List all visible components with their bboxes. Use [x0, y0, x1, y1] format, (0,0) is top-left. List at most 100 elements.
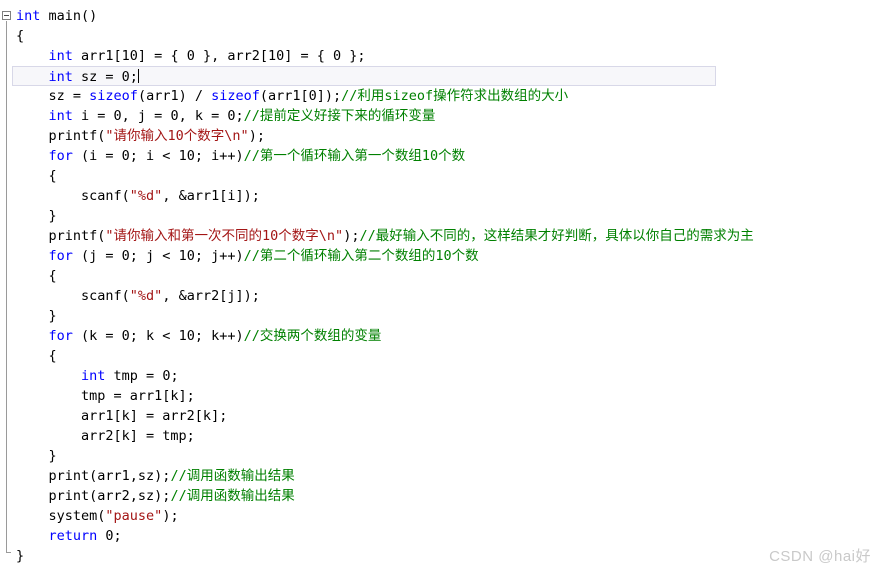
token-plain: scanf( — [16, 288, 130, 304]
token-plain: tmp = arr1[k]; — [16, 388, 195, 404]
code-line[interactable]: int arr1[10] = { 0 }, arr2[10] = { 0 }; — [16, 46, 881, 66]
token-plain: { — [16, 268, 57, 284]
code-line[interactable]: print(arr2,sz);//调用函数输出结果 — [16, 486, 881, 506]
code-line[interactable]: arr2[k] = tmp; — [16, 426, 881, 446]
code-line[interactable]: int tmp = 0; — [16, 366, 881, 386]
token-cmt: //交换两个数组的变量 — [243, 328, 382, 344]
token-plain: { — [16, 28, 25, 44]
code-line[interactable]: { — [16, 166, 881, 186]
token-str: "%d" — [129, 288, 163, 304]
token-plain: ); — [248, 128, 265, 144]
token-cmt: //第二个循环输入第二个数组的10个数 — [243, 248, 479, 264]
code-line[interactable]: } — [16, 206, 881, 226]
code-line[interactable]: int sz = 0; — [12, 66, 716, 86]
token-kw: for — [48, 248, 73, 264]
token-plain: ); — [343, 228, 360, 244]
token-plain: } — [16, 548, 25, 564]
token-cmt: //调用函数输出结果 — [170, 468, 295, 484]
code-line[interactable]: arr1[k] = arr2[k]; — [16, 406, 881, 426]
collapse-toggle-icon[interactable] — [2, 11, 11, 20]
token-cmt: //最好输入不同的，这样结果才好判断，具体以你自己的需求为主 — [359, 228, 754, 244]
token-plain: arr1[k] = arr2[k]; — [16, 408, 228, 424]
code-line[interactable]: scanf("%d", &arr1[i]); — [16, 186, 881, 206]
token-kw: sizeof — [211, 88, 260, 104]
token-plain: } — [16, 448, 57, 464]
csdn-watermark: CSDN @hai好 — [769, 548, 871, 565]
token-str: "%d" — [129, 188, 163, 204]
token-plain: } — [16, 208, 57, 224]
code-line[interactable]: return 0; — [16, 526, 881, 546]
token-kw: int — [48, 69, 73, 85]
scope-guide-foot — [6, 552, 11, 553]
token-plain: { — [16, 348, 57, 364]
token-kw: int — [48, 48, 73, 64]
text-caret — [137, 69, 139, 83]
token-plain: sz = 0; — [72, 69, 138, 85]
code-line[interactable]: } — [16, 446, 881, 466]
code-line[interactable]: { — [16, 26, 881, 46]
token-plain: } — [16, 308, 57, 324]
scope-guide-line — [6, 21, 7, 553]
token-plain: arr1[10] = { 0 }, arr2[10] = { 0 }; — [72, 48, 366, 64]
token-plain: (arr1[0]); — [259, 88, 342, 104]
token-plain: ); — [162, 508, 179, 524]
code-editor[interactable]: int main() { int arr1[10] = { 0 }, arr2[1… — [0, 0, 881, 574]
token-plain: print(arr2,sz); — [16, 488, 171, 504]
code-lines[interactable]: int main() { int arr1[10] = { 0 }, arr2[1… — [12, 6, 881, 566]
token-plain: (arr1) / — [137, 88, 212, 104]
token-plain: (i = 0; i < 10; i++) — [72, 148, 244, 164]
code-line[interactable]: printf("请你输入10个数字\n"); — [16, 126, 881, 146]
token-plain: i = 0, j = 0, k = 0; — [72, 108, 244, 124]
token-cmt: //提前定义好接下来的循环变量 — [243, 108, 436, 124]
token-plain: scanf( — [16, 188, 130, 204]
code-line[interactable]: print(arr1,sz);//调用函数输出结果 — [16, 466, 881, 486]
code-line[interactable]: int main() — [16, 6, 881, 26]
token-plain: printf( — [16, 228, 106, 244]
code-line[interactable]: for (k = 0; k < 10; k++)//交换两个数组的变量 — [16, 326, 881, 346]
code-line[interactable]: printf("请你输入和第一次不同的10个数字\n");//最好输入不同的，这… — [16, 226, 881, 246]
minus-glyph — [4, 15, 9, 16]
token-kw: int — [48, 108, 73, 124]
code-line[interactable]: int i = 0, j = 0, k = 0;//提前定义好接下来的循环变量 — [16, 106, 881, 126]
token-plain: main() — [40, 8, 98, 24]
token-cmt: //调用函数输出结果 — [170, 488, 295, 504]
token-plain: system( — [16, 508, 106, 524]
token-plain: , &arr2[j]); — [162, 288, 260, 304]
code-line[interactable]: for (j = 0; j < 10; j++)//第二个循环输入第二个数组的1… — [16, 246, 881, 266]
token-plain: { — [16, 168, 57, 184]
token-str: "请你输入10个数字\n" — [105, 128, 249, 144]
code-line[interactable]: scanf("%d", &arr2[j]); — [16, 286, 881, 306]
token-plain: printf( — [16, 128, 106, 144]
token-plain: (k = 0; k < 10; k++) — [72, 328, 244, 344]
code-line[interactable]: } — [16, 546, 881, 566]
token-plain: arr2[k] = tmp; — [16, 428, 195, 444]
code-line[interactable]: { — [16, 266, 881, 286]
token-cmt: //第一个循环输入第一个数组10个数 — [243, 148, 466, 164]
code-line[interactable]: tmp = arr1[k]; — [16, 386, 881, 406]
code-line[interactable]: { — [16, 346, 881, 366]
token-kw: for — [48, 148, 73, 164]
token-plain: , &arr1[i]); — [162, 188, 260, 204]
token-plain: tmp = 0; — [105, 368, 179, 384]
token-kw: int — [81, 368, 106, 384]
code-line[interactable]: sz = sizeof(arr1) / sizeof(arr1[0]);//利用… — [16, 86, 881, 106]
token-plain: print(arr1,sz); — [16, 468, 171, 484]
code-line[interactable]: for (i = 0; i < 10; i++)//第一个循环输入第一个数组10… — [16, 146, 881, 166]
token-kw: return — [48, 528, 98, 544]
token-kw: int — [16, 8, 41, 24]
code-line[interactable]: } — [16, 306, 881, 326]
outlining-gutter — [0, 0, 16, 574]
code-line[interactable]: system("pause"); — [16, 506, 881, 526]
token-plain: (j = 0; j < 10; j++) — [72, 248, 244, 264]
token-plain: sz = — [16, 88, 90, 104]
token-str: "pause" — [105, 508, 163, 524]
token-kw: sizeof — [89, 88, 138, 104]
